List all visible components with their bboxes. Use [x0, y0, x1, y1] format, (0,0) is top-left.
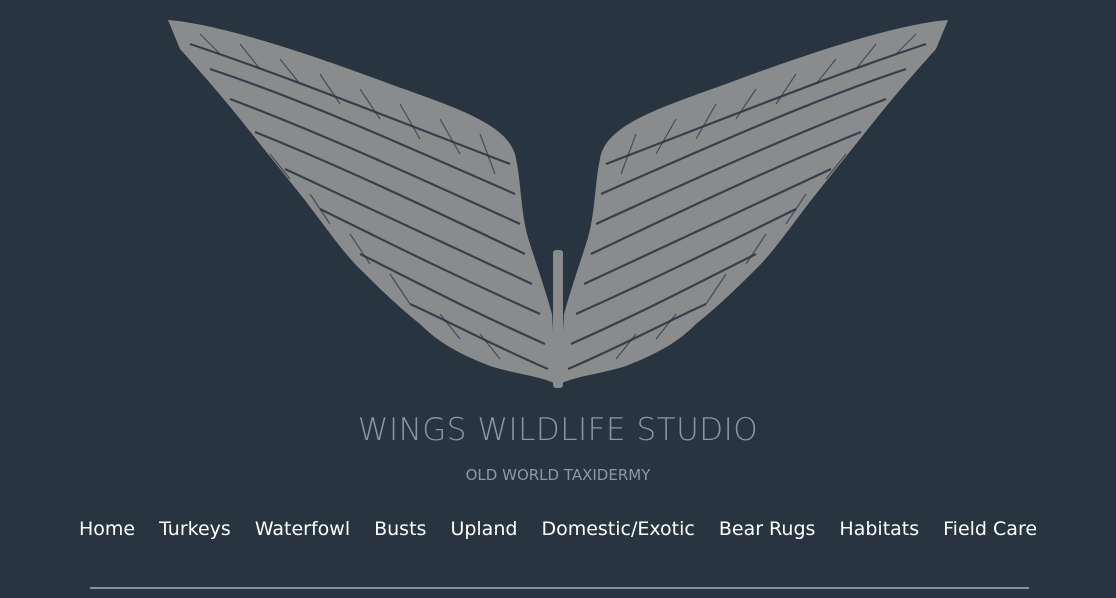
nav-item-habitats[interactable]: Habitats	[827, 518, 931, 540]
nav-item-waterfowl[interactable]: Waterfowl	[243, 518, 362, 540]
nav-item-home[interactable]: Home	[67, 518, 147, 540]
wings-logo-icon[interactable]	[160, 14, 956, 394]
main-nav: Home Turkeys Waterfowl Busts Upland Dome…	[0, 518, 1116, 540]
nav-item-upland[interactable]: Upland	[438, 518, 529, 540]
nav-item-busts[interactable]: Busts	[362, 518, 438, 540]
page: WINGS WILDLIFE STUDIO OLD WORLD TAXIDERM…	[0, 0, 1116, 598]
site-tagline: OLD WORLD TAXIDERMY	[465, 466, 651, 484]
nav-item-bear-rugs[interactable]: Bear Rugs	[707, 518, 828, 540]
header-divider	[90, 587, 1029, 589]
site-title[interactable]: WINGS WILDLIFE STUDIO	[0, 412, 1116, 448]
nav-item-field-care[interactable]: Field Care	[931, 518, 1049, 540]
nav-item-domestic-exotic[interactable]: Domestic/Exotic	[529, 518, 706, 540]
nav-item-turkeys[interactable]: Turkeys	[147, 518, 243, 540]
